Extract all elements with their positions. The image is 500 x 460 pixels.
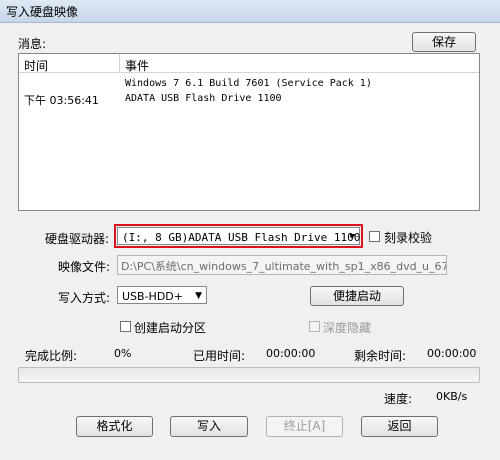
format-button[interactable]: 格式化: [76, 416, 153, 437]
title-bar: 写入硬盘映像: [0, 0, 500, 23]
write-button[interactable]: 写入: [170, 416, 248, 437]
speed-value: 0KB/s: [436, 390, 468, 403]
disk-label: 硬盘驱动器:: [45, 232, 110, 246]
log-row-time: 下午 03:56:41: [24, 94, 99, 107]
write-method-label: 写入方式:: [58, 291, 111, 305]
window-title: 写入硬盘映像: [6, 5, 79, 19]
image-file-label: 映像文件:: [58, 260, 111, 274]
elapsed-label: 已用时间:: [193, 349, 246, 363]
column-event: 事件: [125, 59, 150, 73]
stop-button[interactable]: 终止[A]: [266, 416, 343, 437]
write-method-select[interactable]: USB-HDD+ ▼: [117, 286, 207, 304]
column-time: 时间: [24, 59, 49, 73]
message-log[interactable]: 时间 事件 Windows 7 6.1 Build 7601 (Service …: [18, 53, 480, 211]
complete-label: 完成比例:: [25, 349, 78, 363]
elapsed-value: 00:00:00: [266, 347, 316, 360]
image-file-input[interactable]: D:\PC\系统\cn_windows_7_ultimate_with_sp1_…: [117, 255, 447, 275]
progress-bar: [18, 367, 480, 383]
deep-hide-checkbox[interactable]: [309, 321, 320, 332]
quick-boot-button[interactable]: 便捷启动: [310, 286, 404, 306]
write-method-selected-value: USB-HDD+: [122, 290, 183, 303]
speed-label: 速度:: [384, 392, 413, 406]
log-row-event: ADATA USB Flash Drive 1100: [125, 93, 282, 104]
complete-value: 0%: [114, 347, 132, 360]
column-divider: [119, 54, 120, 72]
remaining-label: 剩余时间:: [354, 349, 407, 363]
verify-label: 刻录校验: [384, 231, 433, 245]
save-button[interactable]: 保存: [412, 32, 476, 52]
verify-checkbox[interactable]: [369, 231, 380, 242]
log-header: 时间 事件: [19, 54, 479, 73]
back-button[interactable]: 返回: [361, 416, 438, 437]
highlight-annotation: [114, 224, 363, 248]
log-row-event: Windows 7 6.1 Build 7601 (Service Pack 1…: [125, 78, 372, 89]
chevron-down-icon: ▼: [195, 291, 202, 301]
deep-hide-label: 深度隐藏: [323, 321, 372, 335]
remaining-value: 00:00:00: [427, 347, 477, 360]
create-boot-partition-label: 创建启动分区: [134, 321, 207, 335]
messages-label: 消息:: [18, 37, 47, 51]
create-boot-partition-checkbox[interactable]: [120, 321, 131, 332]
